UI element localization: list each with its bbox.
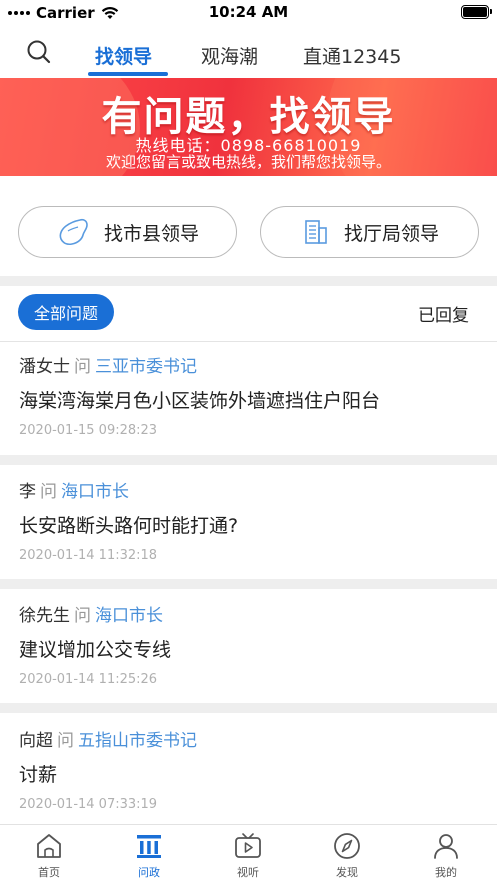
question-meta: 潘女士问三亚市委书记 — [19, 352, 197, 377]
asker-name: 潘女士 — [19, 357, 70, 377]
tab-mine[interactable]: 我的 — [416, 831, 476, 880]
tab-discover-label: 发现 — [336, 866, 358, 879]
office-building-icon — [305, 220, 327, 244]
tab-discover[interactable]: 发现 — [317, 831, 377, 880]
question-meta: 李问海口市长 — [19, 477, 129, 502]
section-divider — [0, 276, 497, 286]
question-title: 建议增加公交专线 — [19, 639, 172, 661]
filter-divider — [0, 341, 497, 342]
question-time: 2020-01-14 11:32:18 — [19, 548, 158, 563]
question-title: 长安路断头路何时能打通? — [19, 515, 239, 537]
find-bureau-leader-label: 找厅局领导 — [343, 222, 439, 245]
find-county-leader-button[interactable]: 找市县领导 — [18, 206, 237, 258]
filter-all-questions[interactable]: 全部问题 — [18, 294, 114, 330]
search-button[interactable] — [26, 39, 52, 65]
ask-label: 问 — [40, 482, 57, 502]
question-meta: 徐先生问海口市长 — [19, 601, 163, 626]
status-time: 10:24 AM — [208, 3, 289, 21]
tab-find-leader[interactable]: 找领导 — [95, 42, 152, 69]
tab-hotline-12345[interactable]: 直通12345 — [303, 42, 401, 69]
tab-wenzheng-label: 问政 — [138, 866, 160, 879]
question-time: 2020-01-14 07:33:19 — [19, 797, 158, 812]
target-leader: 三亚市委书记 — [95, 357, 197, 377]
question-item[interactable]: 徐先生问海口市长 建议增加公交专线 2020-01-14 11:25:26 — [0, 601, 497, 705]
question-item[interactable]: 李问海口市长 长安路断头路何时能打通? 2020-01-14 11:32:18 — [0, 477, 497, 581]
government-pillars-icon — [137, 835, 161, 858]
tab-home-label: 首页 — [38, 866, 60, 879]
tab-shiting-label: 视听 — [237, 866, 259, 879]
target-leader: 五指山市委书记 — [78, 731, 197, 751]
tv-play-icon — [235, 833, 261, 858]
tab-shiting[interactable]: 视听 — [218, 831, 278, 880]
status-bar: Carrier 10:24 AM — [0, 0, 497, 26]
asker-name: 徐先生 — [19, 606, 70, 626]
list-divider — [0, 455, 497, 465]
search-icon — [27, 40, 51, 64]
asker-name: 李 — [19, 482, 36, 502]
active-tab-indicator — [88, 72, 168, 76]
list-divider — [0, 579, 497, 589]
ask-label: 问 — [57, 731, 74, 751]
ask-label: 问 — [74, 357, 91, 377]
top-nav: 找领导 观海潮 直通12345 — [0, 32, 497, 78]
tab-mine-label: 我的 — [435, 866, 457, 879]
question-title: 海棠湾海棠月色小区装饰外墙遮挡住户阳台 — [19, 390, 381, 412]
question-item[interactable]: 潘女士问三亚市委书记 海棠湾海棠月色小区装饰外墙遮挡住户阳台 2020-01-1… — [0, 352, 497, 456]
question-time: 2020-01-14 11:25:26 — [19, 672, 158, 687]
question-item[interactable]: 向超问五指山市委书记 讨薪 2020-01-14 07:33:19 — [0, 726, 497, 822]
compass-icon — [334, 833, 360, 859]
find-county-leader-label: 找市县领导 — [103, 222, 199, 245]
question-title: 讨薪 — [19, 764, 58, 786]
hainan-island-icon — [59, 218, 88, 246]
tab-home[interactable]: 首页 — [19, 831, 79, 880]
tab-guanhaichao[interactable]: 观海潮 — [201, 42, 258, 69]
list-divider — [0, 703, 497, 713]
asker-name: 向超 — [19, 731, 53, 751]
target-leader: 海口市长 — [95, 606, 163, 626]
question-time: 2020-01-15 09:28:23 — [19, 423, 158, 438]
tab-wenzheng[interactable]: 问政 — [119, 831, 179, 880]
question-meta: 向超问五指山市委书记 — [19, 726, 197, 751]
banner[interactable]: 有问题，找领导 热线电话：0898-66810019 欢迎您留言或致电热线，我们… — [0, 78, 497, 176]
find-bureau-leader-button[interactable]: 找厅局领导 — [260, 206, 479, 258]
bottom-tab-bar: 首页 问政 视听 发现 我的 — [0, 824, 497, 883]
banner-subtitle: 欢迎您留言或致电热线，我们帮您找领导。 — [105, 153, 391, 171]
target-leader: 海口市长 — [61, 482, 129, 502]
home-icon — [37, 834, 61, 858]
ask-label: 问 — [74, 606, 91, 626]
user-icon — [434, 834, 458, 859]
filter-replied[interactable]: 已回复 — [418, 301, 469, 326]
battery-icon — [461, 5, 492, 19]
